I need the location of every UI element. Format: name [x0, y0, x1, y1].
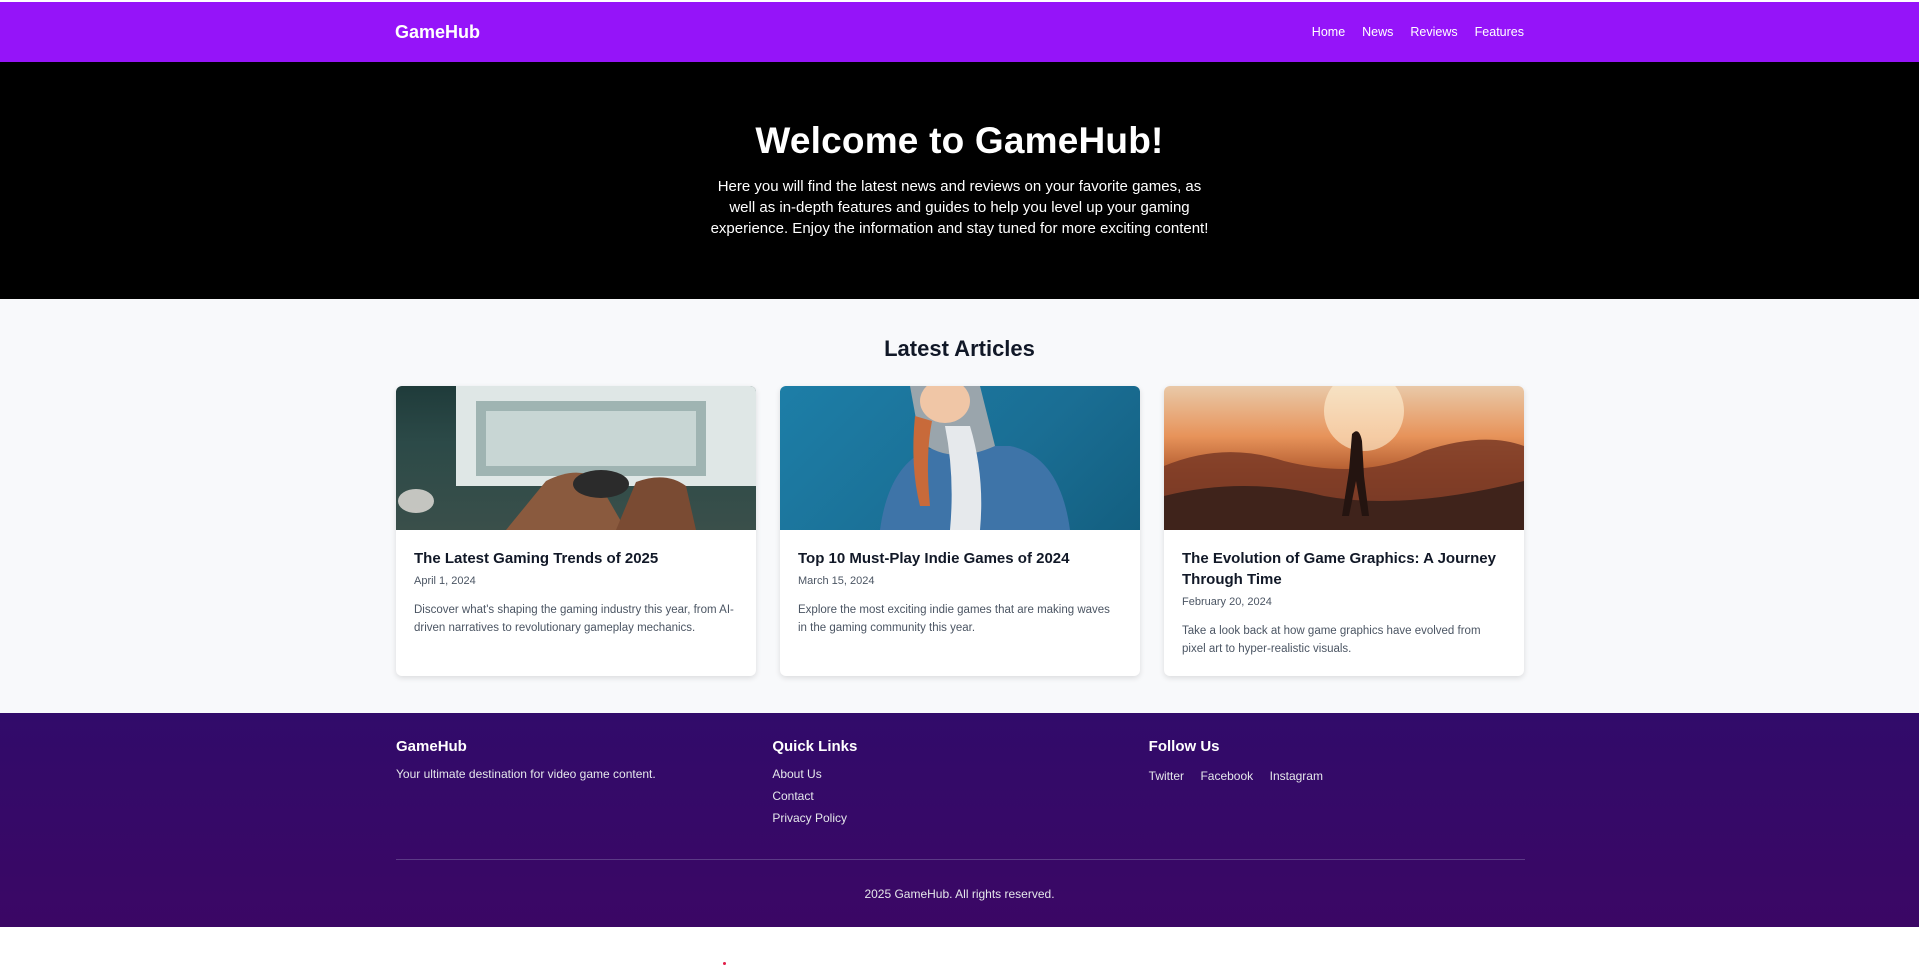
footer-tagline: Your ultimate destination for video game… — [396, 767, 656, 781]
article-title[interactable]: Top 10 Must-Play Indie Games of 2024 — [798, 548, 1122, 569]
article-thumbnail-controller[interactable] — [396, 386, 756, 530]
hero-title: Welcome to GameHub! — [755, 120, 1164, 161]
social-link-instagram[interactable]: Instagram — [1270, 769, 1323, 783]
nav-links: Home News Reviews Features — [1312, 25, 1524, 39]
section-heading: Latest Articles — [884, 336, 1035, 361]
footer-divider — [396, 859, 1525, 860]
social-link-facebook[interactable]: Facebook — [1200, 769, 1253, 783]
article-title[interactable]: The Evolution of Game Graphics: A Journe… — [1182, 548, 1506, 590]
stray-dot — [723, 962, 726, 965]
footer-quick-links: Quick Links About Us Contact Privacy Pol… — [772, 738, 1148, 833]
copyright-text: 2025 GameHub. All rights reserved. — [864, 887, 1055, 901]
article-card[interactable]: The Evolution of Game Graphics: A Journe… — [1164, 386, 1524, 676]
site-footer: GameHub Your ultimate destination for vi… — [0, 713, 1919, 927]
article-thumbnail-sunset[interactable] — [1164, 386, 1524, 530]
quick-links-heading: Quick Links — [772, 738, 858, 755]
top-navbar: GameHub Home News Reviews Features — [0, 2, 1919, 62]
article-description: Discover what's shaping the gaming indus… — [414, 604, 734, 634]
follow-heading: Follow Us — [1148, 738, 1220, 755]
footer-link-about[interactable]: About Us — [772, 767, 1148, 781]
article-date: February 20, 2024 — [1182, 596, 1272, 608]
latest-articles-section: Latest Articles The Latest Gaming Trends… — [0, 299, 1919, 713]
footer-link-privacy[interactable]: Privacy Policy — [772, 811, 1148, 825]
hero-text: Here you will find the latest news and r… — [710, 178, 1209, 237]
article-card[interactable]: Top 10 Must-Play Indie Games of 2024 Mar… — [780, 386, 1140, 676]
hero-section: Welcome to GameHub! Here you will find t… — [0, 62, 1919, 299]
nav-link-home[interactable]: Home — [1312, 25, 1345, 39]
brand-logo[interactable]: GameHub — [395, 22, 480, 43]
article-date: March 15, 2024 — [798, 575, 875, 587]
footer-follow: Follow Us Twitter Facebook Instagram — [1149, 738, 1525, 833]
article-thumbnail-person[interactable] — [780, 386, 1140, 530]
article-description: Take a look back at how game graphics ha… — [1182, 625, 1481, 655]
article-description: Explore the most exciting indie games th… — [798, 604, 1110, 634]
article-card[interactable]: The Latest Gaming Trends of 2025 April 1… — [396, 386, 756, 676]
article-date: April 1, 2024 — [414, 575, 476, 587]
footer-brand: GameHub — [396, 738, 467, 755]
article-title[interactable]: The Latest Gaming Trends of 2025 — [414, 548, 738, 569]
nav-link-features[interactable]: Features — [1475, 25, 1524, 39]
nav-link-reviews[interactable]: Reviews — [1410, 25, 1457, 39]
nav-link-news[interactable]: News — [1362, 25, 1393, 39]
article-cards: The Latest Gaming Trends of 2025 April 1… — [396, 386, 1525, 676]
footer-link-contact[interactable]: Contact — [772, 789, 1148, 803]
footer-about: GameHub Your ultimate destination for vi… — [396, 738, 772, 833]
social-link-twitter[interactable]: Twitter — [1149, 769, 1184, 783]
